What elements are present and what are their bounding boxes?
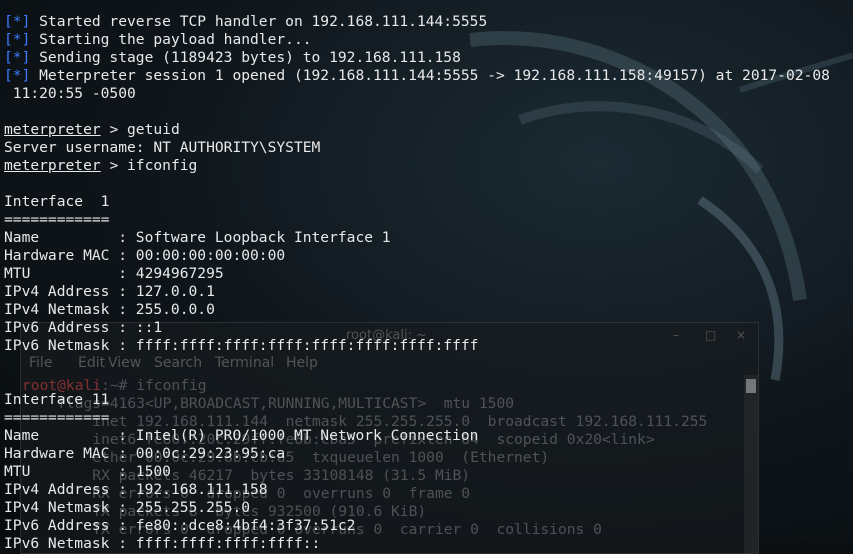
uid-output: Server username: NT AUTHORITY\SYSTEM [4,139,321,156]
iface-row: IPv6 Address : fe80::dce8:4bf4:3f37:51c2 [4,517,356,534]
status-line: [*] Started reverse TCP handler on 192.1… [4,13,488,30]
status-line: [*] Meterpreter session 1 opened (192.16… [4,67,830,84]
iface-row: MTU : 4294967295 [4,265,224,282]
iface-row: IPv6 Netmask : ffff:ffff:ffff:ffff:: [4,535,321,552]
status-line: [*] Starting the payload handler... [4,31,312,48]
scrollbar[interactable] [744,375,758,553]
prompt-line: meterpreter > ifconfig [4,157,198,174]
close-icon[interactable]: × [736,328,746,342]
menu-view[interactable]: View [108,355,141,371]
separator: ============ [4,409,110,426]
iface-row: IPv6 Address : ::1 [4,319,163,336]
meterpreter-prompt: meterpreter [4,157,101,174]
menu-search[interactable]: Search [154,355,202,371]
separator: ============ [4,211,110,228]
iface-row: IPv4 Address : 127.0.0.1 [4,283,215,300]
meterpreter-prompt: meterpreter [4,121,101,138]
prompt-line: meterpreter > getuid [4,121,180,138]
iface-row: MTU : 1500 [4,463,171,480]
menu-file[interactable]: File [29,355,52,371]
maximize-icon[interactable]: □ [705,328,716,342]
interface-header: Interface 1 [4,193,110,210]
iface-row: Name : Intel(R) PRO/1000 MT Network Conn… [4,427,479,444]
iface-row: IPv4 Netmask : 255.0.0.0 [4,301,215,318]
iface-row: Name : Software Loopback Interface 1 [4,229,391,246]
interface-header: Interface 11 [4,391,110,408]
menu-terminal[interactable]: Terminal [215,355,274,371]
menu-bar: File Edit View Search Terminal Help [21,353,758,373]
iface-row: Hardware MAC : 00:00:00:00:00:00 [4,247,286,264]
timestamp-line: 11:20:55 -0500 [4,85,136,102]
menu-edit[interactable]: Edit [78,355,105,371]
iface-row: IPv6 Netmask : ffff:ffff:ffff:ffff:ffff:… [4,337,479,354]
iface-row: IPv4 Address : 192.168.111.158 [4,481,268,498]
menu-help[interactable]: Help [286,355,318,371]
scrollbar-thumb[interactable] [746,379,756,393]
status-line: [*] Sending stage (1189423 bytes) to 192… [4,49,461,66]
iface-row: Hardware MAC : 00:0c:29:23:95:ca [4,445,286,462]
minimize-icon[interactable]: – [673,328,679,342]
iface-row: IPv4 Netmask : 255.255.255.0 [4,499,251,516]
